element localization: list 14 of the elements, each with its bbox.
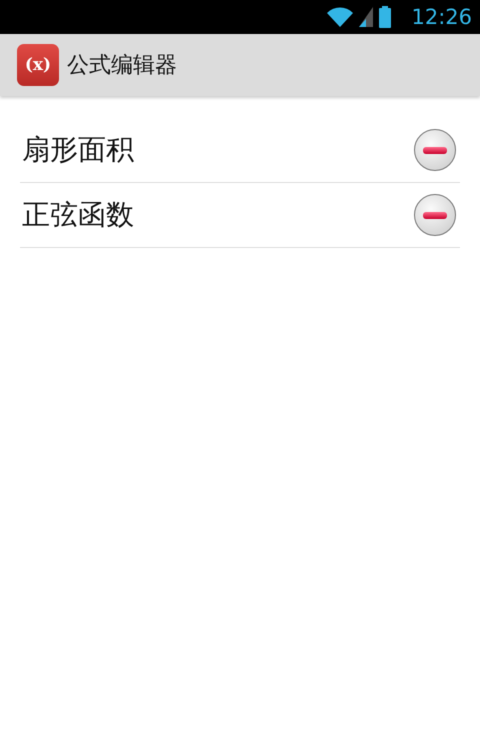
minus-icon [423, 212, 447, 218]
battery-icon [379, 6, 392, 28]
remove-button[interactable] [414, 129, 456, 171]
minus-icon [423, 146, 447, 154]
remove-button[interactable] [414, 194, 456, 236]
app-logo[interactable]: (x) [17, 44, 59, 86]
clock: 12:26 [411, 5, 472, 29]
formula-name: 正弦函数 [21, 197, 134, 233]
app-title: 公式编辑器 [67, 52, 177, 80]
formula-row[interactable]: 扇形面积 [20, 118, 460, 183]
formula-name: 扇形面积 [21, 132, 134, 168]
wifi-icon [327, 7, 354, 27]
signal-icon [359, 7, 374, 27]
formula-row[interactable]: 正弦函数 [20, 183, 460, 248]
